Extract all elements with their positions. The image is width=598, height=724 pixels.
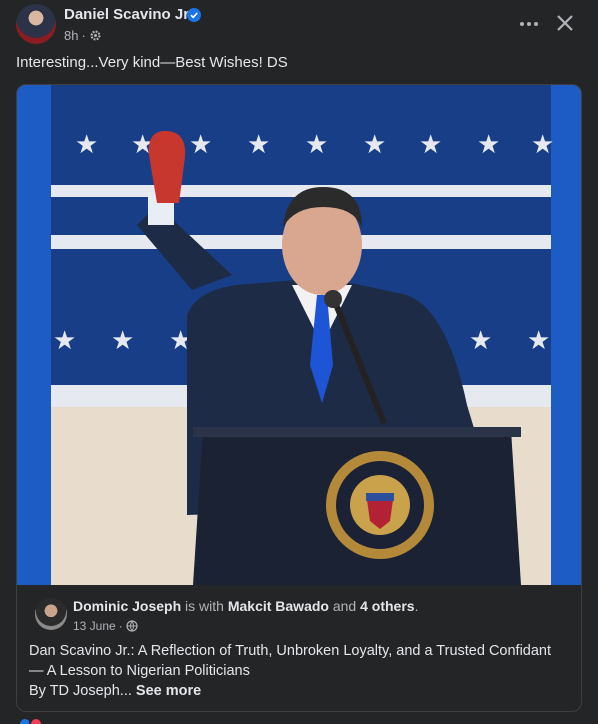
post-time[interactable]: 8h (64, 28, 78, 43)
globe-icon (126, 620, 138, 632)
svg-text:★: ★ (531, 130, 554, 160)
svg-text:★: ★ (247, 130, 270, 160)
svg-text:★: ★ (53, 326, 76, 356)
tagged-others[interactable]: 4 others (360, 598, 414, 614)
close-icon[interactable] (552, 10, 578, 36)
reactions-summary[interactable] (18, 717, 43, 724)
audience-gear-icon[interactable] (89, 29, 102, 42)
svg-text:★: ★ (305, 130, 328, 160)
svg-text:★: ★ (527, 326, 550, 356)
author-name[interactable]: Daniel Scavino Jr. (64, 6, 192, 23)
svg-text:★: ★ (363, 130, 386, 160)
shared-post-meta: 13 June · (73, 619, 138, 633)
shared-author-name[interactable]: Dominic Joseph (73, 598, 181, 614)
shared-post-date[interactable]: 13 June (73, 619, 116, 633)
svg-text:★: ★ (477, 130, 500, 160)
svg-text:★: ★ (111, 326, 134, 356)
post-meta: 8h · (64, 28, 102, 43)
post-header: Daniel Scavino Jr. 8h · (0, 0, 598, 52)
svg-text:★: ★ (75, 130, 98, 160)
photo-illustration: ★ ★ ★ ★ ★ ★ ★ ★ ★ ★ ★ ★ ★ ★ (17, 85, 581, 585)
tagged-person[interactable]: Makcit Bawado (228, 598, 329, 614)
shared-post-card[interactable]: ★ ★ ★ ★ ★ ★ ★ ★ ★ ★ ★ ★ ★ ★ Dominic Jose… (16, 84, 582, 712)
shared-author-avatar[interactable] (35, 598, 67, 630)
love-reaction-icon (29, 717, 43, 724)
shared-author-line: Dominic Joseph is with Makcit Bawado and… (73, 598, 419, 614)
svg-text:★: ★ (419, 130, 442, 160)
svg-text:★: ★ (189, 130, 212, 160)
shared-post-details: Dominic Joseph is with Makcit Bawado and… (17, 585, 581, 711)
shared-post-text: Dan Scavino Jr.: A Reflection of Truth, … (29, 643, 552, 699)
author-avatar[interactable] (16, 4, 56, 44)
post-text: Interesting...Very kind—Best Wishes! DS (16, 54, 288, 71)
svg-text:★: ★ (469, 326, 492, 356)
post-photo[interactable]: ★ ★ ★ ★ ★ ★ ★ ★ ★ ★ ★ ★ ★ ★ (17, 85, 581, 585)
verified-badge-icon (187, 8, 201, 22)
more-options-icon[interactable] (515, 12, 543, 36)
see-more-link[interactable]: See more (136, 683, 201, 699)
